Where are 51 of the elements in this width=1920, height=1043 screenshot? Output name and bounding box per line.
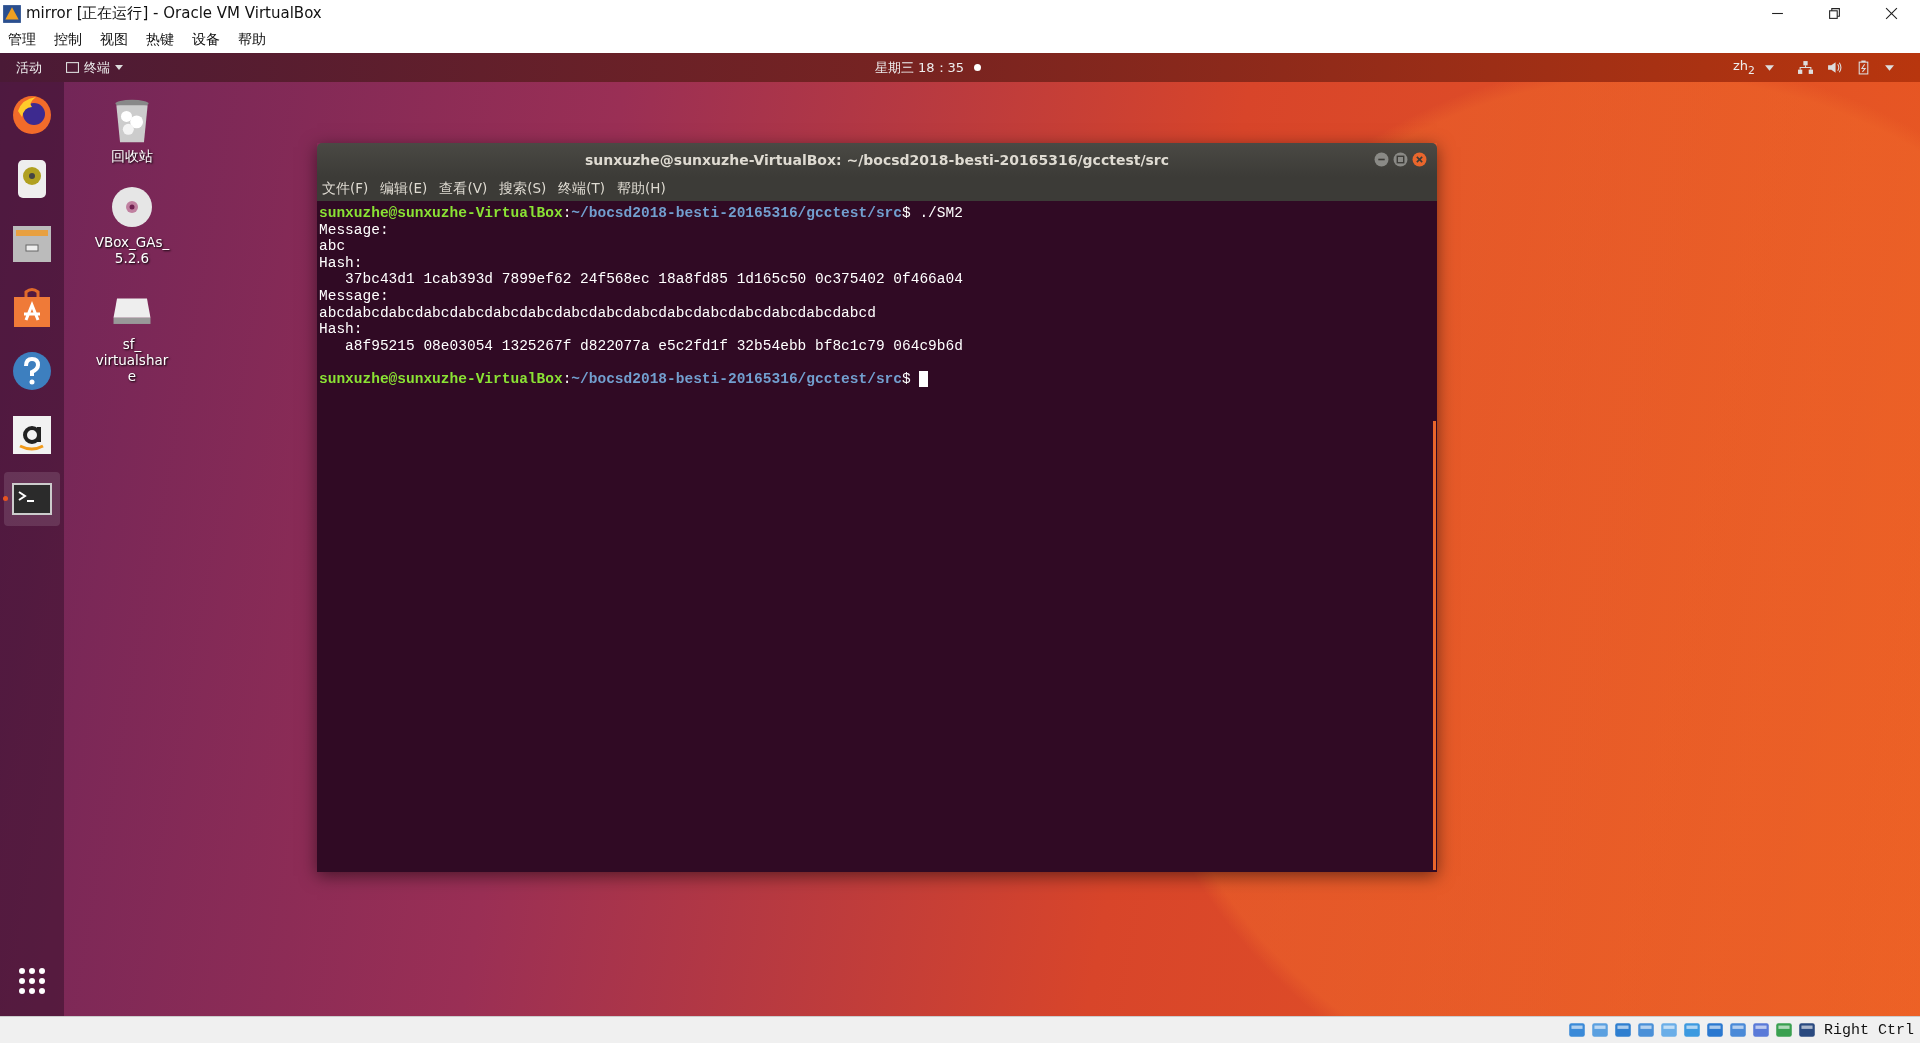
terminal-output-line: Hash: xyxy=(319,254,364,272)
terminal-output-line: a8f95215 08e03054 1325267f d822077a e5c2fd1f 32b54ebb bf8c1c79 064c9b6d xyxy=(344,337,964,355)
close-icon[interactable] xyxy=(1885,7,1898,20)
notification-dot-icon xyxy=(974,64,982,71)
terminal-output-line: Hash: xyxy=(319,321,364,338)
help-icon[interactable] xyxy=(10,349,54,393)
terminal-menu-item[interactable]: 文件(F) xyxy=(322,180,369,198)
caret-icon[interactable] xyxy=(1885,64,1894,71)
window-icon xyxy=(66,62,79,73)
terminal-prompt-line: sunxuzhe@sunxuzhe-VirtualBox:~/bocsd2018-besti-20165316/gcctest/src$ ./SM2 xyxy=(319,205,964,222)
menu-item[interactable]: 控制 xyxy=(54,31,82,49)
desktop-icon-label[interactable]: sf_ virtualshar e xyxy=(95,336,169,384)
caret-icon xyxy=(115,65,123,70)
browser-icon[interactable] xyxy=(10,93,54,137)
menu-item[interactable]: 热键 xyxy=(146,31,174,49)
menu-item[interactable]: 帮助 xyxy=(238,31,266,49)
terminal-prompt-line: sunxuzhe@sunxuzhe-VirtualBox:~/bocsd2018-besti-20165316/gcctest/src$ xyxy=(319,370,1435,388)
terminal-output-line: 37bc43d1 1cab393d 7899ef62 24f568ec 18a8fd85 1d165c50 0c375402 0f466a04 xyxy=(344,271,964,288)
terminal-menu-item[interactable]: 编辑(E) xyxy=(380,180,428,198)
desktop-icon-label[interactable]: 回收站 xyxy=(111,148,153,164)
terminal-menu-item[interactable]: 查看(V) xyxy=(439,180,488,198)
terminal-output-line: abcdabcdabcdabcdabcdabcdabcdabcdabcdabcdabcdabcdabcdabcdabcdabcd xyxy=(319,304,877,322)
battery-icon[interactable] xyxy=(1856,60,1871,75)
terminal-menu-item[interactable]: 帮助(H) xyxy=(617,180,666,198)
terminal-title: sunxuzhe@sunxuzhe-VirtualBox: ~/bocsd2018-besti-20165316/gcctest/src xyxy=(584,152,1170,168)
volume-icon[interactable] xyxy=(1827,60,1842,75)
running-indicator-icon xyxy=(3,496,8,501)
menu-item[interactable]: 设备 xyxy=(192,31,220,49)
terminal-menu-item[interactable]: 终端(T) xyxy=(558,180,606,198)
shop-icon[interactable] xyxy=(10,413,54,457)
scrollbar[interactable] xyxy=(1433,421,1436,870)
terminal-output-line: Message: xyxy=(319,287,390,305)
virtualbox-logo-icon xyxy=(2,3,22,24)
terminal-menu-item[interactable]: 搜索(S) xyxy=(499,180,547,198)
disc-icon[interactable] xyxy=(110,184,154,230)
caret-icon[interactable] xyxy=(1765,64,1774,71)
terminal-output-line: abc xyxy=(319,238,347,255)
desktop-icon-label[interactable]: VBox_GAs_ 5.2.6 xyxy=(94,234,170,266)
menu-item[interactable]: 视图 xyxy=(100,31,128,49)
restore-icon[interactable] xyxy=(1828,7,1841,20)
host-key-label: Right Ctrl xyxy=(1824,1021,1914,1039)
input-method-indicator[interactable]: zh$_{2}$ xyxy=(1729,56,1759,79)
maximize-icon[interactable] xyxy=(1393,152,1408,167)
menu-item[interactable]: 管理 xyxy=(8,31,36,49)
dock-item[interactable] xyxy=(4,472,60,526)
activities-button[interactable]: 活动 xyxy=(12,56,46,79)
app-menu[interactable]: 终端 xyxy=(66,58,123,77)
window-title: mirror [正在运行] - Oracle VM VirtualBox xyxy=(26,4,322,23)
terminal-output-line: Message: xyxy=(319,221,390,239)
app-grid-icon[interactable] xyxy=(17,966,47,996)
clock[interactable]: 星期三 18：35 xyxy=(870,56,969,79)
